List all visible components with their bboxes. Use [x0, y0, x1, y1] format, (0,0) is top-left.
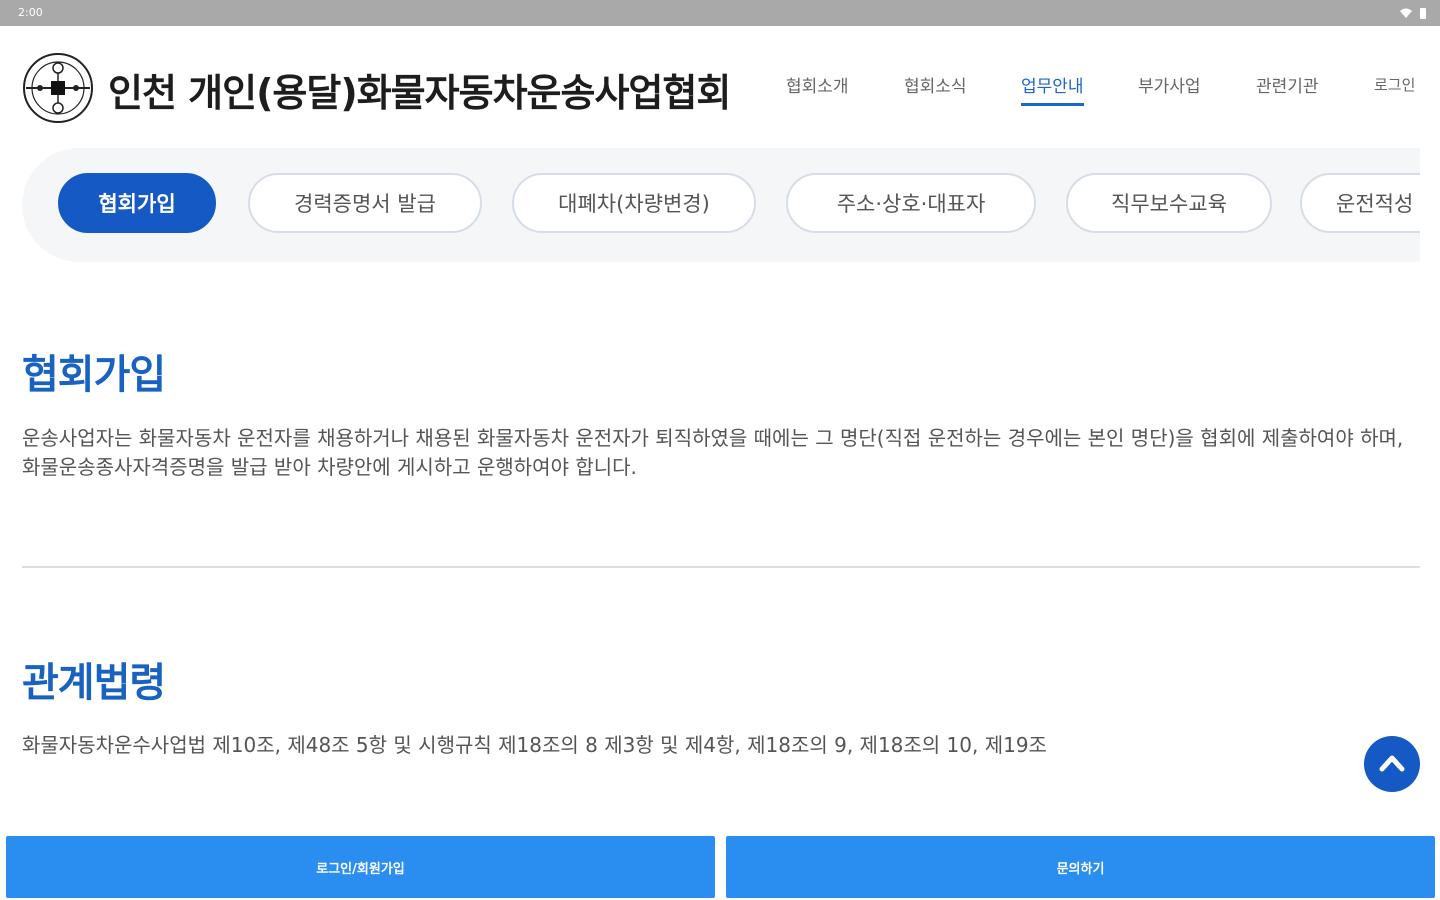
site-title[interactable]: 인천 개인(용달)화물자동차운송사업협회 — [108, 62, 731, 117]
status-icons — [1400, 0, 1426, 26]
header: 인천 개인(용달)화물자동차운송사업협회 협회소개 협회소식 업무안내 부가사업… — [0, 26, 1440, 146]
nav-item-login[interactable]: 로그인 — [1374, 74, 1415, 101]
section-title-membership: 협회가입 — [22, 352, 166, 398]
section-divider — [22, 566, 1420, 568]
section-text-membership: 운송사업자는 화물자동차 운전자를 채용하거나 채용된 화물자동차 운전자가 퇴… — [22, 426, 1404, 479]
status-bar: 2:00 — [0, 0, 1440, 26]
tab-career-certificate[interactable]: 경력증명서 발급 — [248, 173, 482, 233]
nav-item-news[interactable]: 협회소식 — [904, 72, 967, 103]
section-title-law: 관계법령 — [22, 660, 166, 706]
service-tab-bar: 협회가입 경력증명서 발급 대폐차(차량변경) 주소·상호·대표자 직무보수교육… — [22, 148, 1420, 262]
association-emblem-icon[interactable] — [22, 52, 94, 124]
login-signup-button[interactable]: 로그인/회원가입 — [6, 836, 715, 898]
wifi-icon — [1400, 8, 1412, 18]
chevron-up-icon — [1379, 755, 1405, 772]
inquiry-button[interactable]: 문의하기 — [726, 836, 1435, 898]
scroll-top-button[interactable] — [1364, 736, 1420, 792]
tab-address-change[interactable]: 주소·상호·대표자 — [786, 173, 1036, 233]
tab-job-training[interactable]: 직무보수교육 — [1066, 173, 1272, 233]
nav-item-about[interactable]: 협회소개 — [786, 72, 849, 103]
tab-membership[interactable]: 협회가입 — [58, 173, 216, 233]
status-time: 2:00 — [18, 6, 43, 19]
top-nav: 협회소개 협회소식 업무안내 부가사업 관련기관 로그인 — [786, 72, 1440, 112]
nav-item-related-orgs[interactable]: 관련기관 — [1256, 72, 1319, 103]
nav-item-extra-business[interactable]: 부가사업 — [1138, 72, 1201, 103]
nav-item-services[interactable]: 업무안내 — [1021, 72, 1084, 106]
battery-icon — [1420, 7, 1426, 19]
section-text-law: 화물자동차운수사업법 제10조, 제48조 5항 및 시행규칙 제18조의 8 … — [22, 733, 1047, 757]
tab-vehicle-change[interactable]: 대폐차(차량변경) — [512, 173, 756, 233]
tab-driving-aptitude[interactable]: 운전적성 — [1300, 173, 1420, 233]
